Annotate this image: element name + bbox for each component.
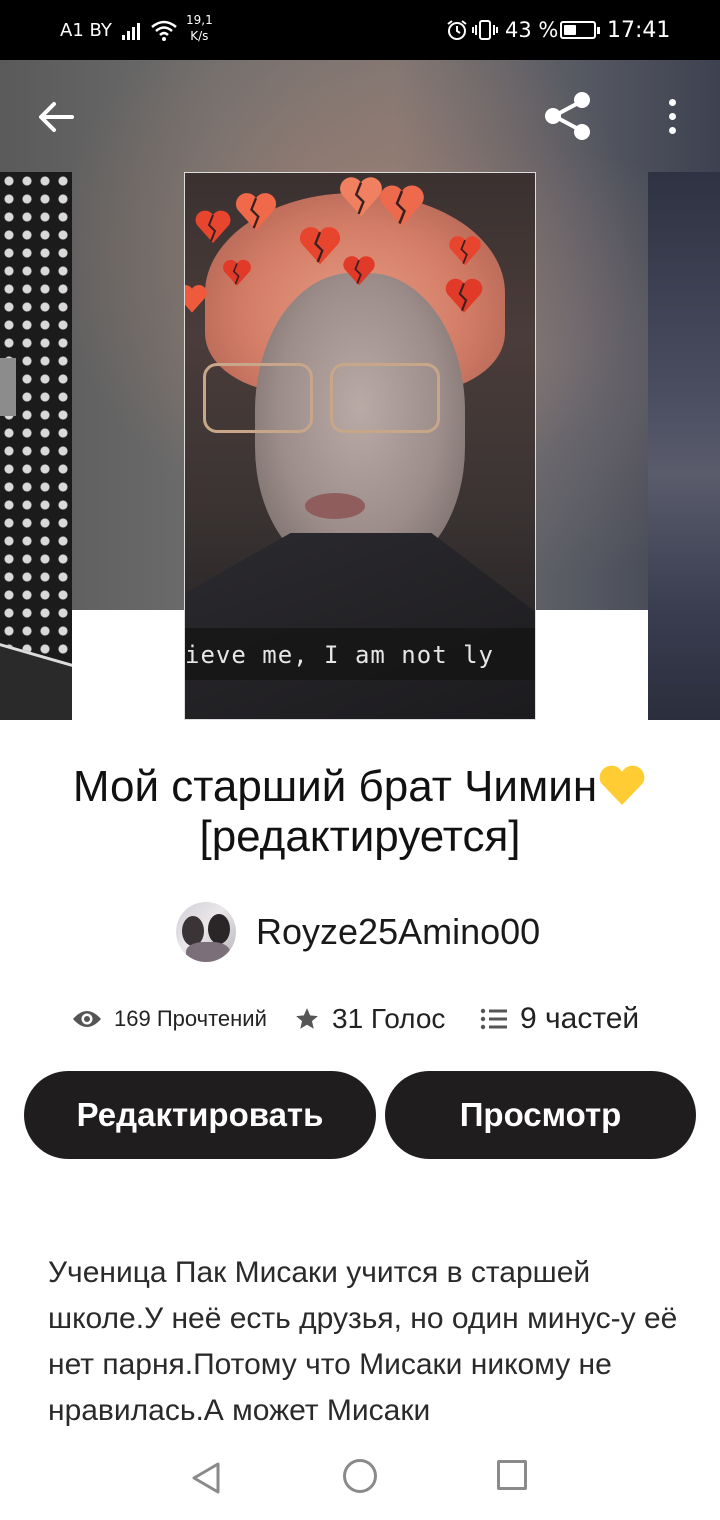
votes-stat: 31 Голос bbox=[294, 995, 445, 1043]
speed-unit: K/s bbox=[190, 29, 209, 43]
alarm-icon bbox=[447, 20, 467, 40]
parts-count: 9 частей bbox=[520, 1002, 640, 1035]
broken-heart-icon bbox=[445, 278, 483, 313]
wifi-icon bbox=[151, 20, 177, 41]
list-icon bbox=[480, 1008, 507, 1030]
back-button[interactable] bbox=[30, 94, 82, 140]
yellow-heart-icon bbox=[599, 765, 645, 805]
battery-icon bbox=[560, 21, 600, 39]
author-name[interactable]: Royze25Amino00 bbox=[256, 911, 540, 953]
broken-heart-icon bbox=[380, 185, 424, 226]
story-description: Ученица Пак Мисаки учится в старшей школ… bbox=[48, 1256, 678, 1427]
broken-heart-icon bbox=[185, 285, 207, 313]
eye-icon bbox=[73, 1011, 101, 1027]
status-bar: A1 BY 19,1 K/s 43 % 17:41 bbox=[0, 0, 720, 60]
nav-recents-icon[interactable] bbox=[497, 1460, 527, 1490]
votes-count: 31 Голос bbox=[332, 1003, 446, 1034]
next-cover[interactable] bbox=[648, 172, 720, 720]
nav-back-icon[interactable] bbox=[186, 1458, 226, 1498]
more-options-button[interactable] bbox=[650, 92, 694, 140]
broken-heart-icon bbox=[195, 210, 231, 243]
speed-value: 19,1 bbox=[186, 13, 213, 27]
broken-heart-icon bbox=[449, 236, 481, 266]
arrow-left-icon bbox=[39, 102, 74, 132]
story-title-line2: [редактируется] bbox=[199, 812, 521, 861]
clock: 17:41 bbox=[607, 18, 671, 43]
vibrate-icon bbox=[472, 20, 498, 40]
network-speed: 19,1 K/s bbox=[186, 12, 213, 44]
battery-percent: 43 % bbox=[505, 18, 559, 42]
cover-caption: ieve me, I am not ly bbox=[185, 641, 494, 669]
broken-heart-icon bbox=[343, 256, 375, 286]
previous-cover[interactable] bbox=[0, 172, 72, 720]
story-stats: 169 Прочтений 31 Голос 9 частей bbox=[72, 995, 672, 1045]
broken-heart-icon bbox=[235, 193, 277, 231]
system-navigation-bar bbox=[0, 1432, 720, 1520]
broken-heart-icon bbox=[223, 259, 251, 286]
story-cover[interactable]: ieve me, I am not ly bbox=[184, 172, 536, 720]
star-icon bbox=[296, 1008, 318, 1029]
view-button[interactable]: Просмотр bbox=[385, 1071, 696, 1159]
more-vertical-icon bbox=[668, 98, 676, 106]
avatar[interactable] bbox=[176, 902, 236, 962]
carrier-label: A1 BY bbox=[60, 20, 112, 41]
edit-button[interactable]: Редактировать bbox=[24, 1071, 376, 1159]
share-icon bbox=[545, 92, 590, 140]
nav-home-icon[interactable] bbox=[343, 1459, 377, 1493]
broken-heart-icon bbox=[299, 227, 341, 265]
signal-icon bbox=[122, 20, 146, 40]
story-title: Мой старший брат Чимин [редактируется] bbox=[30, 762, 690, 862]
story-title-line1: Мой старший брат Чимин bbox=[72, 762, 598, 811]
author-row[interactable]: Royze25Amino00 bbox=[176, 902, 540, 962]
reads-count: 169 Прочтений bbox=[114, 1006, 267, 1031]
share-button[interactable] bbox=[540, 88, 596, 144]
parts-stat: 9 частей bbox=[480, 995, 639, 1043]
reads-stat: 169 Прочтений bbox=[72, 995, 267, 1043]
